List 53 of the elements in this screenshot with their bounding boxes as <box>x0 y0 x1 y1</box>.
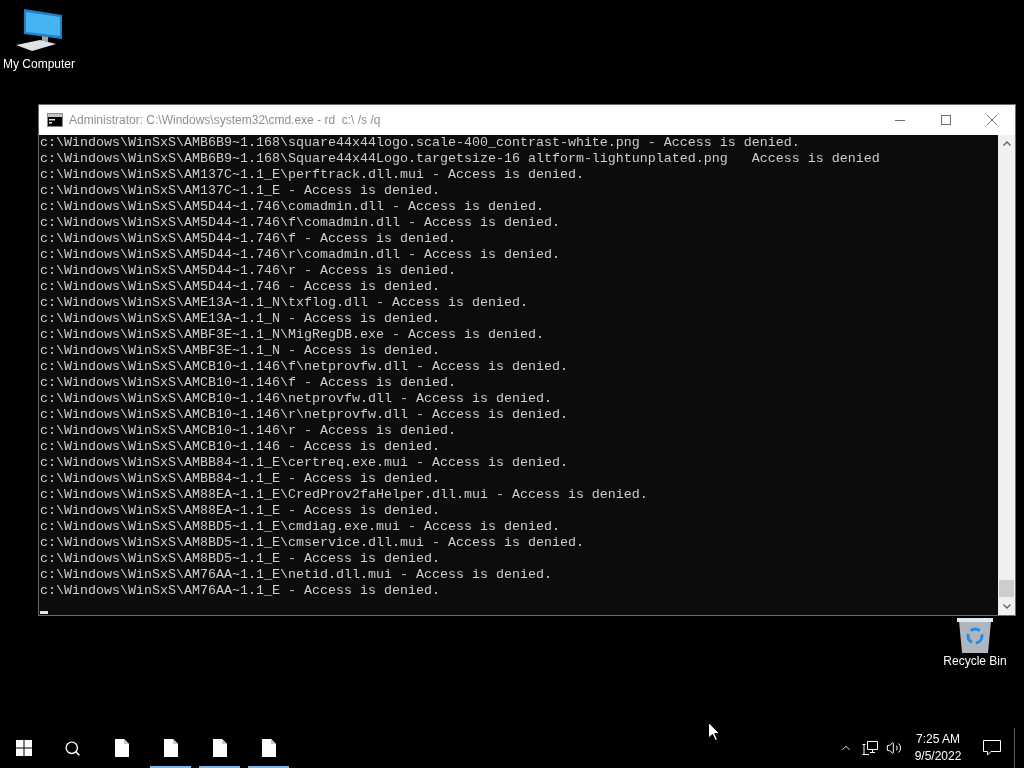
console-line: c:\Windows\WinSxS\AM76AA~1.1_E - Access is denied. <box>40 583 440 599</box>
console-line: c:\Windows\WinSxS\AM137C~1.1_E\perftrack.dll.mui - Access is denied. <box>40 167 584 183</box>
document-icon <box>114 739 129 757</box>
close-icon <box>987 115 997 125</box>
console-line: c:\Windows\WinSxS\AM88EA~1.1_E - Access is denied. <box>40 503 440 519</box>
console-line: c:\Windows\WinSxS\AM88EA~1.1_E\CredProv2faHelper.dll.mui - Access is denied. <box>40 487 648 503</box>
document-icon <box>212 739 227 757</box>
console-line: c:\Windows\WinSxS\AM8BD5~1.1_E - Access is denied. <box>40 551 440 567</box>
console-line: c:\Windows\WinSxS\AMBB84~1.1_E\certreq.exe.mui - Access is denied. <box>40 455 568 471</box>
desktop-icon-label[interactable]: Recycle Bin <box>943 653 1007 669</box>
console-line: c:\Windows\WinSxS\AM8BD5~1.1_E\cmdiag.exe.mui - Access is denied. <box>40 519 560 535</box>
document-icon <box>261 739 276 757</box>
console-line: c:\Windows\WinSxS\AME13A~1.1_N\txflog.dll - Access is denied. <box>40 295 528 311</box>
console-line: c:\Windows\WinSxS\AMCB10~1.146 - Access is denied. <box>40 439 440 455</box>
chevron-down-icon <box>1002 604 1011 609</box>
window-title: Administrator: C:\Windows\system32\cmd.exe - rd c:\ /s /q <box>69 112 381 128</box>
chevron-up-icon <box>1002 141 1011 146</box>
console-line: c:\Windows\WinSxS\AM5D44~1.746 - Access is denied. <box>40 279 440 295</box>
search-icon <box>63 739 81 757</box>
computer-icon <box>16 9 62 51</box>
speaker-icon <box>886 740 902 756</box>
console-line: c:\Windows\WinSxS\AM5D44~1.746\f - Access is denied. <box>40 231 456 247</box>
console-line: c:\Windows\WinSxS\AM5D44~1.746\r\comadmin.dll - Access is denied. <box>40 247 560 263</box>
recycle-bin-icon <box>956 617 994 653</box>
scrollbar-thumb[interactable] <box>999 580 1014 597</box>
console-line: c:\Windows\WinSxS\AMBF3E~1.1_N - Access is denied. <box>40 343 440 359</box>
text-cursor <box>40 611 48 614</box>
maximize-icon <box>941 115 951 125</box>
console-line: c:\Windows\WinSxS\AM5D44~1.746\r - Access is denied. <box>40 263 456 279</box>
console-icon <box>47 113 63 127</box>
document-icon <box>163 739 178 757</box>
console-line: c:\Windows\WinSxS\AM5D44~1.746\comadmin.dll - Access is denied. <box>40 199 544 215</box>
console-line: c:\Windows\WinSxS\AMBF3E~1.1_N\MigRegDB.exe - Access is denied. <box>40 327 544 343</box>
network-icon <box>862 741 878 755</box>
console-line: c:\Windows\WinSxS\AM5D44~1.746\f\comadmin.dll - Access is denied. <box>40 215 560 231</box>
console-line: c:\Windows\WinSxS\AMB6B9~1.168\square44x44logo.scale-400_contrast-white.png - Access is denied. <box>40 135 800 151</box>
console-line: c:\Windows\WinSxS\AMCB10~1.146\r\netprovfw.dll - Access is denied. <box>40 407 568 423</box>
console-line: c:\Windows\WinSxS\AMB6B9~1.168\Square44x44Logo.targetsize-16 altform-lightunplated.png Access is denied <box>40 151 880 167</box>
console-line: c:\Windows\WinSxS\AMCB10~1.146\netprovfw.dll - Access is denied. <box>40 391 552 407</box>
scrollbar[interactable] <box>998 135 1015 615</box>
console-line: c:\Windows\WinSxS\AM8BD5~1.1_E\cmservice.dll.mui - Access is denied. <box>40 535 584 551</box>
console-line: c:\Windows\WinSxS\AMCB10~1.146\f\netprovfw.dll - Access is denied. <box>40 359 568 375</box>
console-line: c:\Windows\WinSxS\AMCB10~1.146\r - Access is denied. <box>40 423 456 439</box>
console-line: c:\Windows\WinSxS\AM137C~1.1_E - Access is denied. <box>40 183 440 199</box>
minimize-icon <box>895 119 905 121</box>
console-line: c:\Windows\WinSxS\AME13A~1.1_N - Access is denied. <box>40 311 440 327</box>
clock-button[interactable]: 7:25 AM 9/5/2022 <box>906 728 970 768</box>
speech-bubble-icon <box>983 740 1001 756</box>
desktop-icon-label[interactable]: My Computer <box>3 56 75 72</box>
console-line: c:\Windows\WinSxS\AMBB84~1.1_E - Access is denied. <box>40 471 440 487</box>
console-line: c:\Windows\WinSxS\AMCB10~1.146\f - Access is denied. <box>40 375 456 391</box>
console-line: c:\Windows\WinSxS\AM76AA~1.1_E\netid.dll.mui - Access is denied. <box>40 567 552 583</box>
windows-logo-icon <box>16 740 32 756</box>
